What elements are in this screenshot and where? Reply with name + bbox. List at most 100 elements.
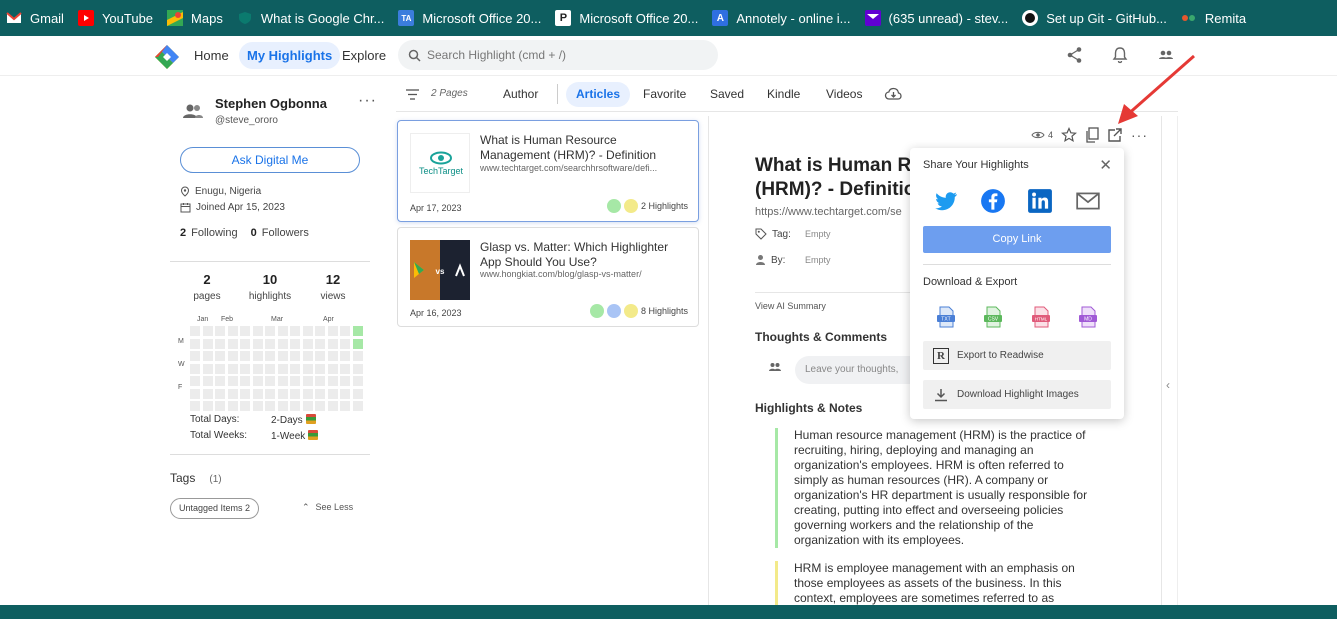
article-card[interactable]: TechTarget What is Human Resource Manage… (397, 120, 699, 222)
html-file-icon[interactable]: HTML (1031, 306, 1051, 328)
ta-icon: TA (398, 10, 415, 26)
bookmark-label: Microsoft Office 20... (422, 10, 542, 26)
share-icon[interactable] (1066, 46, 1084, 64)
collapse-panel-handle[interactable]: ‹ (1162, 116, 1178, 606)
divider (170, 454, 370, 455)
bookmark-gmail[interactable]: Gmail (0, 0, 72, 36)
close-icon[interactable]: ✕ (1099, 156, 1112, 174)
md-file-icon[interactable]: MD (1078, 306, 1098, 328)
highlighter-avatar (623, 199, 638, 213)
bookmark-github[interactable]: Set up Git - GitHub... (1016, 0, 1175, 36)
email-icon[interactable] (1075, 188, 1101, 214)
bookmark-msoffice-1[interactable]: TA Microsoft Office 20... (392, 0, 549, 36)
followers-link[interactable]: 0 Followers (251, 227, 309, 239)
bookmark-label: (635 unread) - stev... (888, 10, 1009, 26)
books-icon (305, 414, 316, 424)
heatmap-cell (290, 388, 300, 399)
share-popup: Share Your Highlights ✕ Copy Link Downlo… (910, 148, 1124, 419)
tab-saved[interactable]: Saved (700, 82, 754, 107)
bookmark-chrome-article[interactable]: What is Google Chr... (231, 0, 393, 36)
see-less-toggle[interactable]: ⌃ See Less (302, 502, 353, 513)
download-highlight-images-button[interactable]: Download Highlight Images (923, 380, 1111, 409)
bookmark-maps[interactable]: Maps (161, 0, 231, 36)
download-icon (933, 387, 949, 403)
avatar (183, 104, 203, 118)
bookmark-label: Maps (191, 10, 223, 26)
heatmap-cell (352, 376, 363, 386)
cloud-download-icon[interactable] (884, 87, 902, 101)
highlighter-avatar (623, 304, 638, 318)
maps-icon (167, 10, 184, 26)
joined-text: Joined Apr 15, 2023 (196, 202, 285, 213)
tab-articles[interactable]: Articles (566, 82, 631, 107)
bookmark-msoffice-2[interactable]: P Microsoft Office 20... (549, 0, 706, 36)
nav-home[interactable]: Home (186, 42, 237, 69)
heatmap-cell (265, 351, 275, 361)
tab-videos[interactable]: Videos (816, 82, 872, 107)
nav-explore[interactable]: Explore (334, 42, 394, 69)
tab-kindle[interactable]: Kindle (757, 82, 810, 107)
export-readwise-button[interactable]: R Export to Readwise (923, 341, 1111, 370)
highlight-note[interactable]: Human resource management (HRM) is the p… (775, 428, 1095, 548)
heatmap-cell (290, 351, 300, 361)
search-placeholder: Search Highlight (cmd + /) (427, 48, 567, 62)
heatmap-cell (215, 338, 225, 349)
bookmark-yahoo-mail[interactable]: (635 unread) - stev... (859, 0, 1017, 36)
copy-icon[interactable] (1085, 127, 1099, 143)
bookmark-label: What is Google Chr... (260, 10, 385, 26)
facebook-icon[interactable] (980, 188, 1006, 214)
heatmap-cell (190, 351, 200, 361)
stat-highlights: 10 highlights (248, 272, 292, 302)
tab-author[interactable]: Author (493, 82, 548, 107)
reader-url[interactable]: https://www.techtarget.com/se (755, 206, 902, 218)
twitter-icon[interactable] (933, 188, 959, 214)
heatmap-cell (352, 351, 363, 361)
linkedin-icon[interactable] (1027, 188, 1053, 214)
eye-icon (1031, 131, 1045, 139)
heatmap-cell (277, 338, 288, 349)
tab-favorite[interactable]: Favorite (633, 82, 696, 107)
heatmap-cell (265, 376, 275, 386)
chevron-left-icon: ‹ (1166, 378, 1170, 392)
glasp-logo-icon[interactable] (154, 44, 180, 70)
copy-link-button[interactable]: Copy Link (923, 226, 1111, 253)
annotely-icon: A (712, 10, 729, 26)
heatmap-cell (352, 326, 363, 336)
article-title[interactable]: What is Human Resource Management (HRM)?… (480, 133, 685, 163)
search-input[interactable]: Search Highlight (cmd + /) (398, 40, 718, 70)
heatmap-cell (265, 401, 275, 411)
profile-more-icon[interactable]: ··· (358, 92, 377, 110)
nav-my-highlights[interactable]: My Highlights (239, 42, 341, 69)
bookmark-youtube[interactable]: YouTube (72, 0, 161, 36)
article-title[interactable]: Glasp vs. Matter: Which Highlighter App … (480, 240, 685, 270)
tag-chip-untagged[interactable]: Untagged Items 2 (170, 498, 260, 519)
star-icon[interactable] (1061, 127, 1077, 143)
taskbar (0, 605, 1337, 619)
article-card[interactable]: vs Glasp vs. Matter: Which Highlighter A… (397, 227, 699, 327)
p-icon: P (555, 10, 572, 26)
follow-counts: 2 Following 0 Followers (180, 227, 309, 239)
bookmark-annotely[interactable]: A Annotely - online i... (706, 0, 858, 36)
download-export-heading: Download & Export (923, 276, 1018, 288)
calendar-icon (180, 203, 191, 213)
share-heading: Share Your Highlights (923, 159, 1029, 171)
heatmap-cell (340, 401, 350, 411)
heatmap-cell (327, 376, 338, 386)
highlight-note[interactable]: HRM is employee management with an empha… (775, 561, 1095, 606)
heatmap-cell (215, 351, 225, 361)
txt-file-icon[interactable]: TXT (936, 306, 956, 328)
ask-digital-me-button[interactable]: Ask Digital Me (180, 147, 360, 173)
highlighter-avatar (606, 304, 621, 318)
heatmap-cell (315, 388, 325, 399)
heatmap-cell (277, 376, 288, 386)
heatmap-cell (202, 388, 213, 399)
bookmark-remita[interactable]: Remita (1175, 0, 1254, 36)
following-link[interactable]: 2 Following (180, 227, 238, 239)
stat-pages: 2 pages (193, 272, 221, 302)
heatmap-cell (265, 388, 275, 399)
csv-file-icon[interactable]: CSV (983, 306, 1003, 328)
chevron-up-icon: ⌃ (302, 502, 310, 512)
heatmap-cell (252, 338, 263, 349)
stat-views: 12 views (320, 272, 346, 302)
filter-icon[interactable] (406, 89, 419, 100)
